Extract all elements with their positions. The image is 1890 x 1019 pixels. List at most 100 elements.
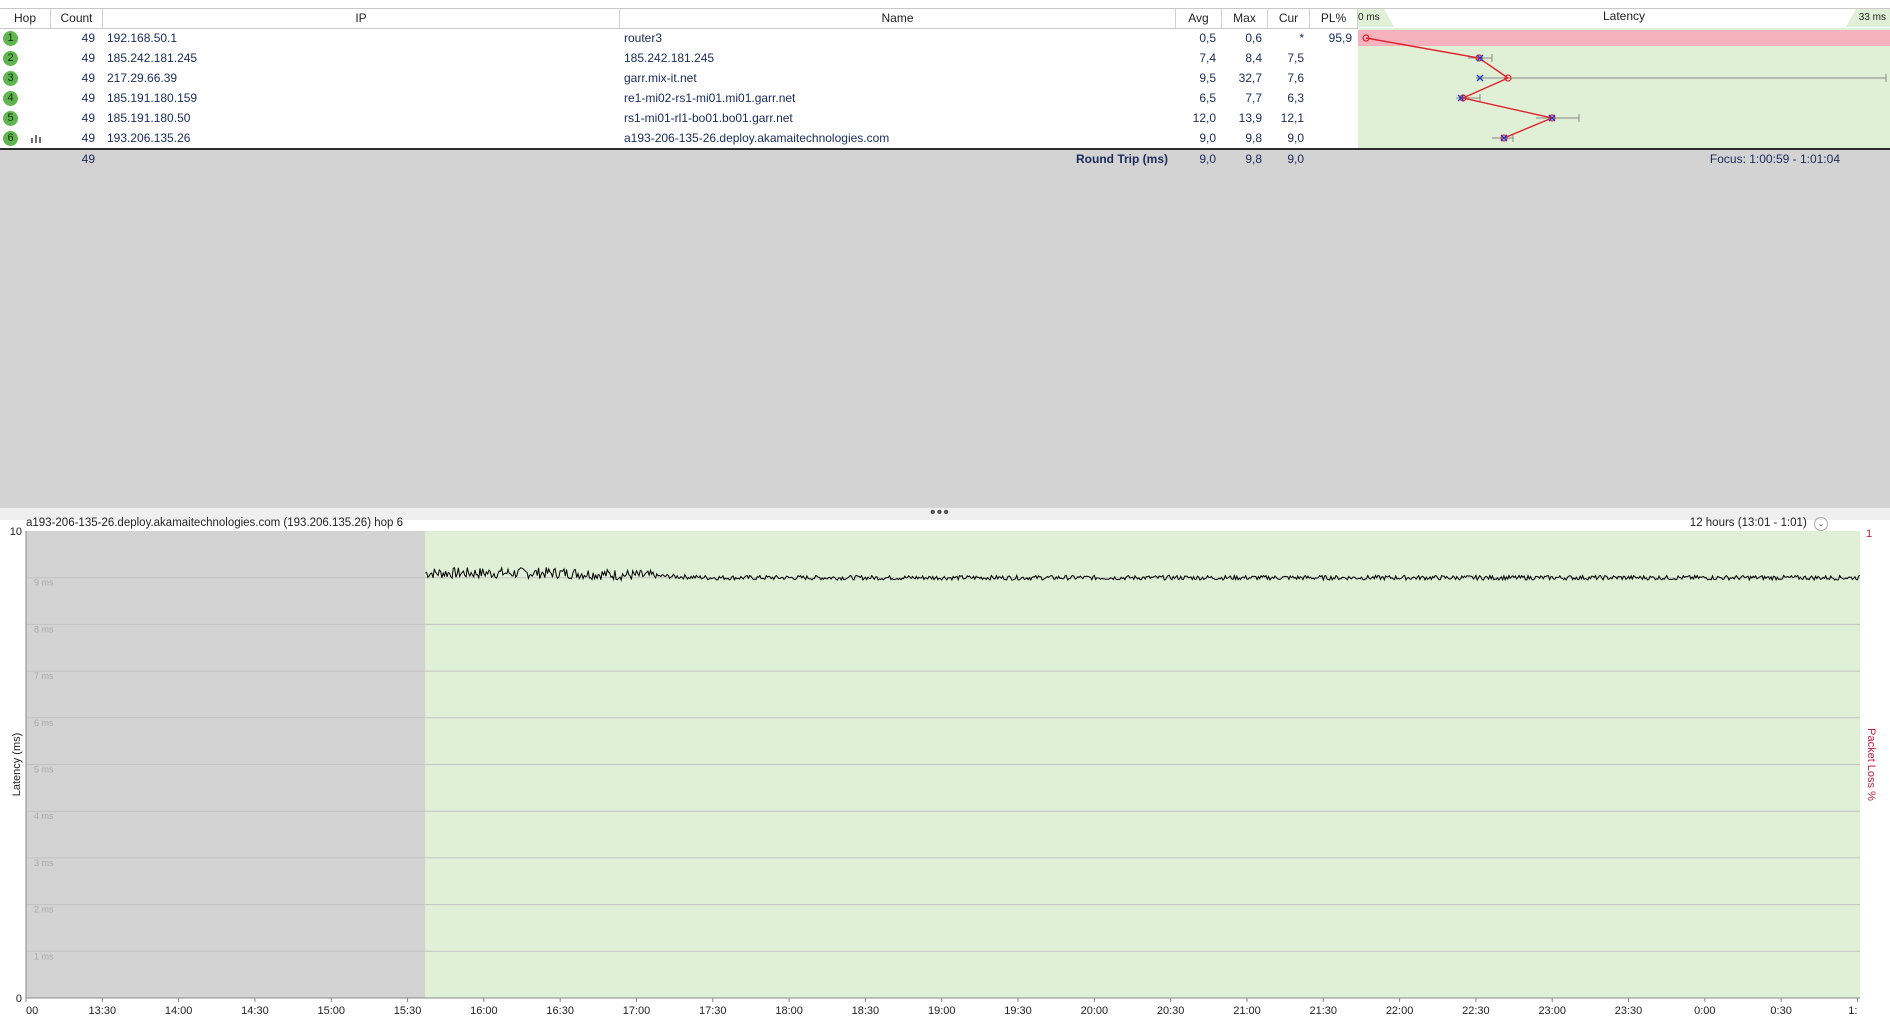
bar-chart-icon[interactable] [30, 133, 42, 143]
column-ip[interactable]: IP [103, 9, 620, 28]
count-cell: 49 [81, 51, 95, 65]
hop-badge: 4 [3, 91, 18, 106]
column-avg[interactable]: Avg [1176, 9, 1222, 28]
hop-badge: 3 [3, 71, 18, 86]
x-tick-label: 19:00 [928, 1005, 956, 1017]
x-tick-label: 0:30 [1770, 1005, 1791, 1017]
latency-strip [1358, 28, 1890, 148]
y-tick-label: 5 ms [34, 765, 54, 775]
round-trip-footer: 49 Round Trip (ms) 9,0 9,8 9,0 Focus: 1:… [0, 148, 1890, 170]
latency-column-header[interactable]: 0 ms Latency 33 ms [1358, 9, 1890, 27]
x-tick-label: 22:30 [1462, 1005, 1490, 1017]
table-row[interactable]: 6 49 193.206.135.26 a193-206-135-26.depl… [0, 128, 1358, 148]
ip-cell: 185.191.180.159 [107, 91, 198, 105]
x-tick-label: 22:00 [1386, 1005, 1414, 1017]
x-tick-label: 14:00 [165, 1005, 193, 1017]
cur-cell: * [1299, 31, 1304, 45]
x-tick-label: 20:00 [1081, 1005, 1109, 1017]
pl-cell: 95,9 [1328, 31, 1352, 45]
cur-cell: 7,6 [1287, 71, 1304, 85]
x-tick-label: 21:00 [1233, 1005, 1261, 1017]
packet-loss-bar [1358, 30, 1890, 46]
cur-cell: 12,1 [1280, 111, 1304, 125]
ip-cell: 217.29.66.39 [107, 71, 178, 85]
x-tick-label: 00 [26, 1005, 38, 1017]
ip-cell: 185.242.181.245 [107, 51, 198, 65]
table-row[interactable]: 3 49 217.29.66.39 garr.mix-it.net 9,5 32… [0, 68, 1358, 88]
name-cell: a193-206-135-26.deploy.akamaitechnologie… [624, 131, 890, 145]
ip-cell: 193.206.135.26 [107, 131, 191, 145]
max-cell: 0,6 [1245, 31, 1262, 45]
column-name[interactable]: Name [620, 9, 1176, 28]
pl-cell [1310, 108, 1352, 128]
x-tick-label: 16:00 [470, 1005, 498, 1017]
count-cell: 49 [81, 131, 95, 145]
name-cell: 185.242.181.245 [624, 51, 715, 65]
avg-cell: 12,0 [1192, 111, 1216, 125]
x-tick-label: 15:30 [394, 1005, 422, 1017]
name-cell: re1-mi02-rs1-mi01.mi01.garr.net [624, 91, 796, 105]
hop-badge: 1 [3, 31, 18, 46]
pl-cell [1310, 68, 1352, 88]
pl-cell [1310, 88, 1352, 108]
packet-loss-axis-label: Packet Loss % [1865, 728, 1877, 801]
max-cell: 8,4 [1245, 51, 1262, 65]
hop-badge: 2 [3, 51, 18, 66]
column-cur[interactable]: Cur [1268, 9, 1310, 28]
x-tick-label: 23:00 [1538, 1005, 1566, 1017]
y-tick-label: 10 [10, 526, 22, 538]
ip-cell: 185.191.180.50 [107, 111, 191, 125]
latency-title: Latency [1602, 9, 1646, 23]
y-tick-label: 7 ms [34, 671, 54, 681]
y-tick-label: 0 [16, 993, 22, 1005]
max-cell: 7,7 [1245, 91, 1262, 105]
pl-cell [1310, 128, 1352, 148]
cur-cell: 9,0 [1287, 131, 1304, 145]
hop-badge: 6 [3, 131, 18, 146]
x-tick-label: 20:30 [1157, 1005, 1185, 1017]
max-cell: 13,9 [1238, 111, 1262, 125]
x-tick-label: 0:00 [1694, 1005, 1715, 1017]
column-pl[interactable]: PL% [1310, 9, 1358, 28]
footer-label: Round Trip (ms) [1076, 152, 1168, 166]
y-tick-label: 2 ms [34, 905, 54, 915]
footer-count: 49 [81, 152, 95, 166]
pl-cell [1310, 48, 1352, 68]
y-tick-label: 9 ms [34, 578, 54, 588]
count-cell: 49 [81, 71, 95, 85]
x-tick-label: 17:00 [623, 1005, 651, 1017]
latency-history-chart[interactable]: 01 ms2 ms3 ms4 ms5 ms6 ms7 ms8 ms9 ms100… [0, 520, 1890, 1019]
table-row[interactable]: 4 49 185.191.180.159 re1-mi02-rs1-mi01.m… [0, 88, 1358, 108]
x-tick-label: 15:00 [317, 1005, 345, 1017]
footer-cur: 9,0 [1287, 152, 1304, 166]
max-cell: 9,8 [1245, 131, 1262, 145]
y-tick-label: 8 ms [34, 624, 54, 634]
packet-loss-axis-max: 1 [1866, 528, 1872, 540]
count-cell: 49 [81, 91, 95, 105]
x-tick-label: 13:30 [89, 1005, 117, 1017]
name-cell: garr.mix-it.net [624, 71, 697, 85]
count-cell: 49 [81, 111, 95, 125]
column-max[interactable]: Max [1222, 9, 1268, 28]
cur-cell: 7,5 [1287, 51, 1304, 65]
x-tick-label: 17:30 [699, 1005, 727, 1017]
latency-strip-chart [1358, 30, 1890, 142]
avg-latency-line [1365, 37, 1555, 139]
column-hop[interactable]: Hop [0, 9, 51, 28]
x-tick-label: 16:30 [546, 1005, 574, 1017]
avg-cell: 6,5 [1199, 91, 1216, 105]
footer-max: 9,8 [1245, 152, 1262, 166]
y-axis-label: Latency (ms) [11, 733, 23, 797]
table-row[interactable]: 5 49 185.191.180.50 rs1-mi01-rl1-bo01.bo… [0, 108, 1358, 128]
table-row[interactable]: 2 49 185.242.181.245 185.242.181.245 7,4… [0, 48, 1358, 68]
column-count[interactable]: Count [51, 9, 103, 28]
max-cell: 32,7 [1238, 71, 1262, 85]
x-tick-label: 1: [1848, 1005, 1857, 1017]
footer-avg: 9,0 [1199, 152, 1216, 166]
latency-max-label: 33 ms [1858, 12, 1886, 23]
avg-cell: 7,4 [1199, 51, 1216, 65]
focus-range: Focus: 1:00:59 - 1:01:04 [1709, 152, 1840, 166]
y-tick-label: 6 ms [34, 718, 54, 728]
y-tick-label: 4 ms [34, 811, 54, 821]
table-row[interactable]: 1 49 192.168.50.1 router3 0,5 0,6 * 95,9 [0, 28, 1358, 48]
